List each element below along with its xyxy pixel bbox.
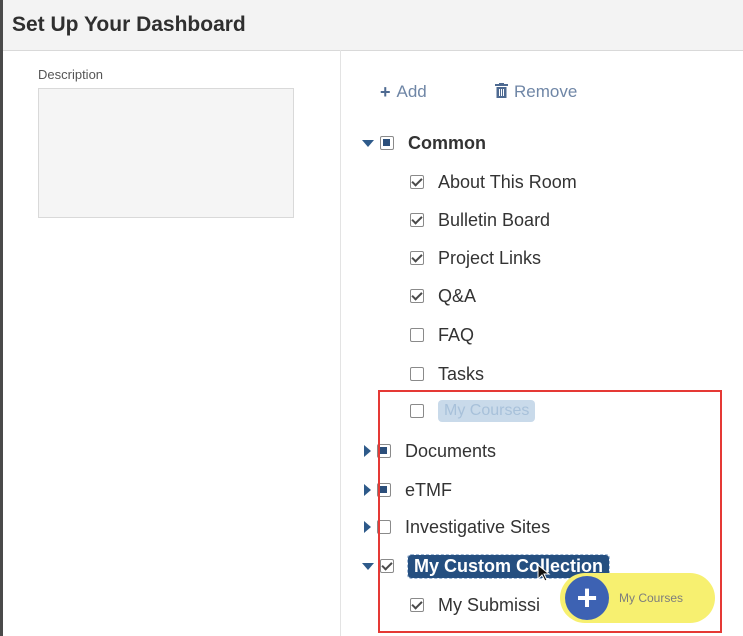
tree-label-common: Common — [408, 132, 486, 153]
dashboard-setup-window: Set Up Your Dashboard Description + Add … — [0, 0, 743, 636]
remove-button[interactable]: Remove — [495, 82, 577, 102]
tree-node-common[interactable]: Common — [362, 128, 486, 158]
checkbox-tasks[interactable] — [410, 367, 424, 381]
tree-item-label: About This Room — [438, 171, 577, 192]
drag-preview-pill[interactable]: + My Courses — [560, 573, 715, 623]
tree-item-label: Bulletin Board — [438, 209, 551, 230]
tree-item-label: Tasks — [438, 363, 485, 384]
drag-cursor-icon — [537, 564, 551, 582]
tree-item-project-links[interactable]: Project Links — [410, 243, 541, 273]
chevron-right-icon[interactable] — [364, 521, 371, 533]
tree-item-faq[interactable]: FAQ — [410, 320, 474, 350]
trash-icon — [495, 83, 508, 101]
window-left-border — [0, 0, 3, 636]
chevron-down-icon[interactable] — [362, 139, 374, 147]
chevron-right-icon[interactable] — [364, 484, 371, 496]
checkbox-bulletin-board[interactable] — [410, 213, 424, 227]
header-bar: Set Up Your Dashboard — [0, 0, 743, 51]
checkbox-common[interactable] — [380, 136, 394, 150]
page-title: Set Up Your Dashboard — [12, 13, 246, 36]
remove-button-label: Remove — [514, 82, 578, 101]
tree-item-label: Q&A — [438, 285, 477, 306]
tree-item-qa[interactable]: Q&A — [410, 281, 476, 311]
tree-item-label: Project Links — [438, 247, 542, 268]
checkbox-project-links[interactable] — [410, 251, 424, 265]
drag-preview-label: My Courses — [619, 591, 684, 605]
checkbox-about-this-room[interactable] — [410, 175, 424, 189]
tree-item-bulletin-board[interactable]: Bulletin Board — [410, 205, 550, 235]
plus-icon: + — [380, 82, 391, 102]
plus-icon: + — [565, 576, 609, 620]
chevron-down-icon[interactable] — [362, 562, 374, 570]
add-button-label: Add — [396, 82, 427, 101]
tree-item-label: FAQ — [438, 324, 475, 345]
tree-item-about-this-room[interactable]: About This Room — [410, 167, 577, 197]
checkbox-faq[interactable] — [410, 328, 424, 342]
panel-divider — [340, 50, 341, 636]
description-label: Description — [38, 67, 104, 82]
checkbox-qa[interactable] — [410, 289, 424, 303]
chevron-right-icon[interactable] — [364, 445, 371, 457]
description-field[interactable] — [38, 88, 294, 218]
add-button[interactable]: + Add — [380, 82, 427, 102]
tree-item-tasks[interactable]: Tasks — [410, 359, 484, 389]
